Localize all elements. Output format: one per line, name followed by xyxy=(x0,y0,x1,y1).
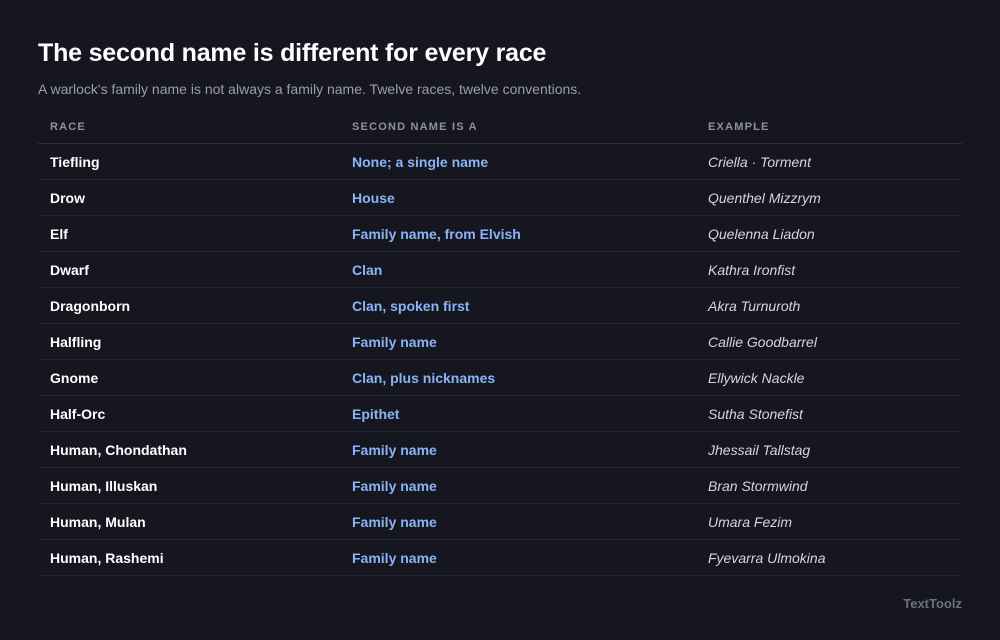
example-cell: Fyevarra Ulmokina xyxy=(696,539,962,576)
page-subtitle: A warlock's family name is not always a … xyxy=(38,81,582,97)
second-name-cell: Family name xyxy=(340,467,696,504)
second-name-cell: Clan xyxy=(340,251,696,288)
table-row: Human, Illuskan Family name Bran Stormwi… xyxy=(38,467,962,504)
example-cell: Kathra Ironfist xyxy=(696,251,962,288)
table-row: Human, Mulan Family name Umara Fezim xyxy=(38,503,962,540)
column-header-second-name: SECOND NAME IS A xyxy=(340,110,696,144)
second-name-cell: House xyxy=(340,179,696,216)
second-name-cell: Family name xyxy=(340,539,696,576)
race-cell: Human, Chondathan xyxy=(38,431,340,468)
race-cell: Dragonborn xyxy=(38,287,340,324)
table-row: Elf Family name, from Elvish Quelenna Li… xyxy=(38,215,962,252)
column-header-example: EXAMPLE xyxy=(696,110,962,144)
second-name-cell: Epithet xyxy=(340,395,696,432)
second-name-cell: None; a single name xyxy=(340,143,696,180)
race-cell: Human, Illuskan xyxy=(38,467,340,504)
race-cell: Human, Rashemi xyxy=(38,539,340,576)
race-cell: Drow xyxy=(38,179,340,216)
table-row: Human, Rashemi Family name Fyevarra Ulmo… xyxy=(38,539,962,576)
second-name-cell: Family name xyxy=(340,431,696,468)
race-cell: Half-Orc xyxy=(38,395,340,432)
table-row: Drow House Quenthel Mizzrym xyxy=(38,179,962,216)
race-cell: Halfling xyxy=(38,323,340,360)
example-cell: Sutha Stonefist xyxy=(696,395,962,432)
table-row: Dwarf Clan Kathra Ironfist xyxy=(38,251,962,288)
second-name-cell: Clan, spoken first xyxy=(340,287,696,324)
table-row: Dragonborn Clan, spoken first Akra Turnu… xyxy=(38,287,962,324)
table-header-row: RACE SECOND NAME IS A EXAMPLE xyxy=(38,110,962,144)
example-cell: Jhessail Tallstag xyxy=(696,431,962,468)
race-cell: Human, Mulan xyxy=(38,503,340,540)
second-name-cell: Clan, plus nicknames xyxy=(340,359,696,396)
example-cell: Criella · Torment xyxy=(696,143,962,180)
table-row: Human, Chondathan Family name Jhessail T… xyxy=(38,431,962,468)
brand-watermark: TextToolz xyxy=(903,596,962,611)
example-cell: Quenthel Mizzrym xyxy=(696,179,962,216)
example-cell: Akra Turnuroth xyxy=(696,287,962,324)
example-cell: Quelenna Liadon xyxy=(696,215,962,252)
table-row: Gnome Clan, plus nicknames Ellywick Nack… xyxy=(38,359,962,396)
race-cell: Elf xyxy=(38,215,340,252)
race-cell: Tiefling xyxy=(38,143,340,180)
table-row: Halfling Family name Callie Goodbarrel xyxy=(38,323,962,360)
page-title: The second name is different for every r… xyxy=(38,39,547,67)
example-cell: Umara Fezim xyxy=(696,503,962,540)
table-row: Tiefling None; a single name Criella · T… xyxy=(38,143,962,180)
example-cell: Bran Stormwind xyxy=(696,467,962,504)
example-cell: Callie Goodbarrel xyxy=(696,323,962,360)
race-cell: Gnome xyxy=(38,359,340,396)
race-name-table: RACE SECOND NAME IS A EXAMPLE Tiefling N… xyxy=(38,110,962,576)
second-name-cell: Family name xyxy=(340,503,696,540)
second-name-cell: Family name, from Elvish xyxy=(340,215,696,252)
example-cell: Ellywick Nackle xyxy=(696,359,962,396)
column-header-race: RACE xyxy=(38,110,340,144)
second-name-cell: Family name xyxy=(340,323,696,360)
race-cell: Dwarf xyxy=(38,251,340,288)
table-row: Half-Orc Epithet Sutha Stonefist xyxy=(38,395,962,432)
